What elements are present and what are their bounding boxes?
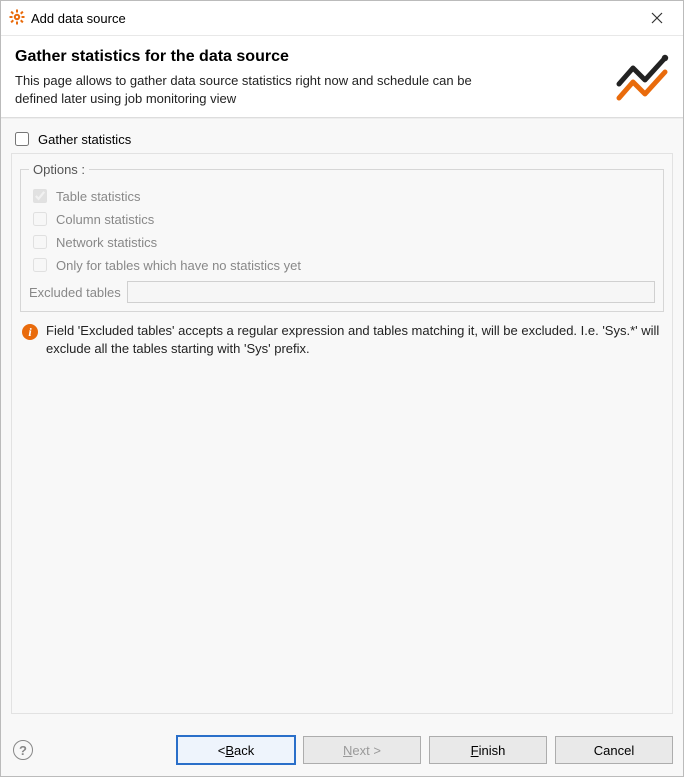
page-title: Gather statistics for the data source [15,48,611,66]
option-network-input [33,235,47,249]
option-table-input [33,189,47,203]
info-message: i Field 'Excluded tables' accepts a regu… [20,322,664,358]
option-network-label: Network statistics [56,235,157,250]
option-column-label: Column statistics [56,212,154,227]
excluded-tables-label: Excluded tables [29,285,121,300]
excluded-tables-input [127,281,655,303]
options-legend: Options : [29,162,89,177]
back-button[interactable]: < Back [177,736,295,764]
info-text: Field 'Excluded tables' accepts a regula… [46,322,662,358]
chart-icon [611,48,675,107]
option-only-new-label: Only for tables which have no statistics… [56,258,301,273]
titlebar: Add data source [1,1,683,36]
options-frame: Options : Table statistics Column statis… [11,153,673,714]
window-title: Add data source [31,11,641,26]
gather-statistics-checkbox[interactable]: Gather statistics [11,129,673,149]
gear-icon [9,9,25,28]
wizard-header: Gather statistics for the data source Th… [1,36,683,118]
wizard-footer: ? < Back Next > Finish Cancel [1,724,683,776]
finish-button[interactable]: Finish [429,736,547,764]
info-icon: i [22,324,38,340]
gather-statistics-label: Gather statistics [38,132,131,147]
option-only-new-input [33,258,47,272]
content-area: Gather statistics Options : Table statis… [1,118,683,724]
close-button[interactable] [641,7,673,29]
option-only-new: Only for tables which have no statistics… [29,255,655,275]
excluded-tables-row: Excluded tables [29,281,655,303]
page-description: This page allows to gather data source s… [15,72,515,107]
gather-statistics-input[interactable] [15,132,29,146]
option-column-input [33,212,47,226]
next-button: Next > [303,736,421,764]
option-column-statistics: Column statistics [29,209,655,229]
options-group: Options : Table statistics Column statis… [20,162,664,312]
option-table-statistics: Table statistics [29,186,655,206]
cancel-button[interactable]: Cancel [555,736,673,764]
option-table-label: Table statistics [56,189,141,204]
option-network-statistics: Network statistics [29,232,655,252]
help-button[interactable]: ? [13,740,33,760]
